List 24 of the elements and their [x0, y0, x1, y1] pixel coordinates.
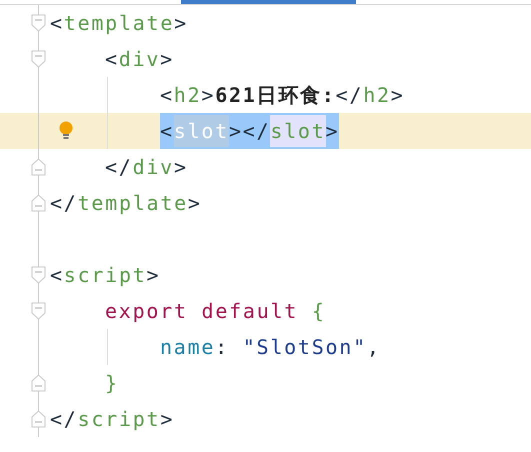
fold-icon[interactable] [31, 194, 46, 212]
code-line: <script> [50, 263, 160, 287]
code-line: } [105, 371, 119, 395]
code-line: export default { [105, 299, 326, 323]
selected-code: < [160, 119, 174, 143]
code-line: </template> [50, 191, 202, 215]
fold-icon[interactable] [31, 410, 46, 428]
lightbulb-icon[interactable] [59, 121, 73, 140]
fold-icon[interactable] [31, 50, 46, 68]
selected-code: > [326, 119, 340, 143]
fold-icon[interactable] [31, 158, 46, 176]
fold-icon[interactable] [31, 266, 46, 284]
code-line: <template> [50, 11, 188, 35]
fold-icon[interactable] [31, 302, 46, 320]
code-line: </div> [105, 155, 188, 179]
selected-code: slot [174, 115, 229, 147]
fold-icon[interactable] [31, 14, 46, 32]
fold-icon[interactable] [31, 374, 46, 392]
selected-code: slot [270, 115, 326, 147]
code-line: <h2>621日环食:</h2> [160, 82, 405, 108]
code-line: name: "SlotSon", [160, 335, 381, 359]
code-line: </script> [50, 407, 174, 431]
code-line: <div> [105, 47, 174, 71]
selected-code: ></ [228, 119, 270, 143]
